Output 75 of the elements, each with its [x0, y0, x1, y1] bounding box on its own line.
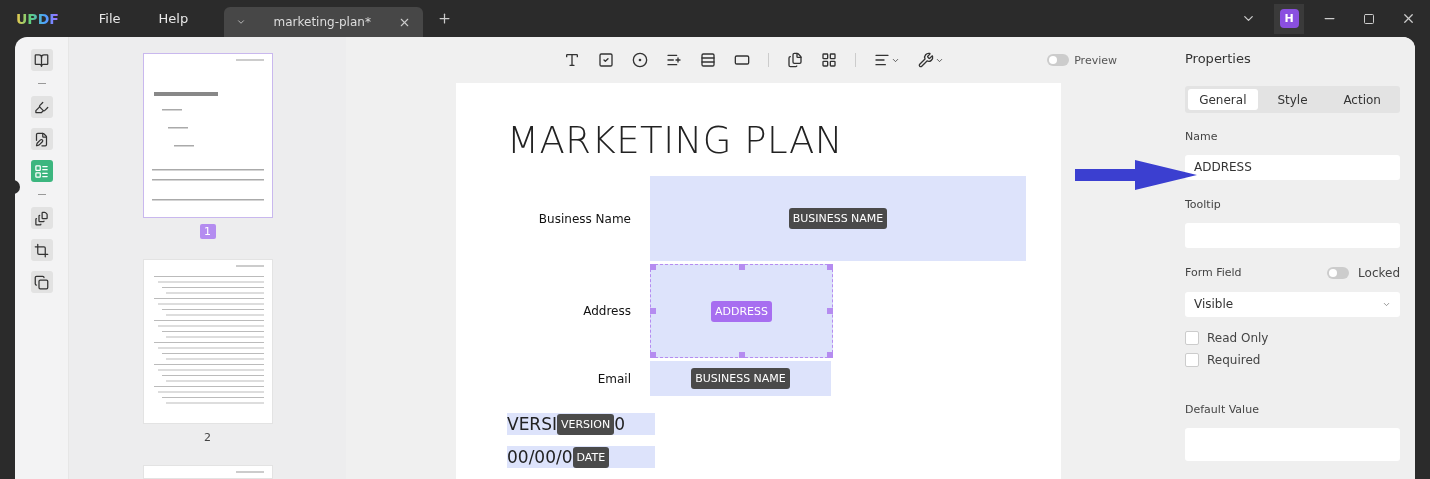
dropdown-value: Visible — [1194, 297, 1234, 312]
dropdown-field-icon[interactable] — [700, 52, 716, 68]
highlighter-icon[interactable] — [30, 96, 53, 118]
field-name-tag: ADDRESS — [711, 300, 772, 322]
pages-icon[interactable] — [787, 52, 803, 68]
form-field[interactable]: 00/00/0 DATE — [507, 446, 655, 468]
resize-handle[interactable] — [650, 264, 656, 270]
resize-handle[interactable] — [650, 352, 656, 358]
radio-button-icon[interactable] — [632, 52, 648, 68]
page-thumbnail[interactable] — [142, 465, 273, 479]
form-icon[interactable] — [30, 160, 53, 182]
page-number: 2 — [203, 430, 212, 445]
field-label: Tooltip — [1185, 197, 1222, 211]
checkbox-label: Read Only — [1207, 330, 1269, 345]
avatar-initial: H — [1279, 9, 1299, 28]
resize-handle[interactable] — [827, 352, 833, 358]
locked-label: Locked — [1358, 265, 1400, 280]
document-title: MARKETING PLAN — [507, 119, 844, 162]
menu-item[interactable]: Help — [158, 11, 189, 26]
align-icon[interactable] — [874, 52, 900, 68]
book-icon[interactable] — [30, 49, 53, 71]
menu-item[interactable]: File — [98, 11, 121, 26]
push-button-icon[interactable] — [734, 52, 750, 68]
resize-handle[interactable] — [738, 352, 745, 358]
checkbox-icon[interactable] — [598, 52, 614, 68]
restore-icon[interactable] — [1363, 12, 1375, 25]
list-box-icon[interactable] — [666, 52, 682, 68]
avatar[interactable]: H — [1274, 3, 1304, 34]
preview-toggle[interactable] — [1047, 54, 1070, 66]
visibility-dropdown[interactable]: Visible — [1185, 291, 1400, 317]
field-value: 00/00/0 — [507, 447, 573, 467]
properties-tab[interactable]: General — [1188, 89, 1258, 110]
field-label: Name — [1185, 130, 1219, 143]
resize-handle[interactable] — [650, 308, 656, 314]
close-icon[interactable] — [1401, 11, 1416, 26]
page-number: 1 — [199, 224, 216, 239]
checkbox[interactable] — [1185, 352, 1199, 367]
text-field-icon[interactable] — [564, 52, 580, 68]
field-value: VERSI — [507, 414, 557, 434]
field-name-tag: DATE — [572, 446, 610, 468]
page-thumbnail[interactable] — [142, 53, 273, 218]
field-label: Default Value — [1185, 402, 1260, 416]
caret-icon[interactable] — [236, 17, 247, 27]
form-field[interactable]: BUSINESS NAME — [650, 176, 1026, 261]
crop-icon[interactable] — [30, 239, 53, 261]
tab-title: marketing-plan* — [272, 15, 372, 29]
preview-label: Preview — [1074, 53, 1117, 67]
new-tab-icon[interactable] — [437, 11, 453, 26]
field-name-tag: VERSION — [557, 413, 615, 435]
field-name-tag: BUSINESS NAME — [691, 368, 790, 389]
field-value: 0 — [614, 414, 626, 434]
properties-tab[interactable]: Action — [1327, 89, 1397, 110]
form-field[interactable]: BUSINESS NAME — [650, 361, 831, 396]
locked-toggle[interactable] — [1327, 266, 1350, 279]
grid-icon[interactable] — [821, 52, 837, 68]
name-field[interactable]: ADDRESS — [1185, 155, 1400, 180]
checkbox[interactable] — [1185, 330, 1199, 345]
resize-handle[interactable] — [827, 308, 833, 314]
resize-handle[interactable] — [738, 264, 745, 270]
pages-icon[interactable] — [30, 207, 53, 229]
field-label: Address — [582, 304, 631, 318]
file-pen-icon[interactable] — [30, 128, 53, 150]
panel-title: Properties — [1185, 51, 1252, 66]
properties-tab[interactable]: Style — [1257, 89, 1328, 110]
page-thumbnail[interactable] — [142, 259, 273, 424]
field-label: Business Name — [537, 211, 631, 226]
field-label: Form Field — [1185, 266, 1242, 280]
checkbox-label: Required — [1207, 352, 1261, 367]
tools-icon[interactable] — [918, 52, 944, 68]
document-tab[interactable]: marketing-plan* — [224, 7, 424, 37]
field-label: Email — [596, 371, 631, 386]
field-name-tag: BUSINESS NAME — [788, 208, 888, 229]
form-field[interactable]: VERSI VERSION 0 — [507, 413, 655, 435]
copy-icon[interactable] — [30, 271, 53, 293]
resize-handle[interactable] — [827, 264, 833, 270]
